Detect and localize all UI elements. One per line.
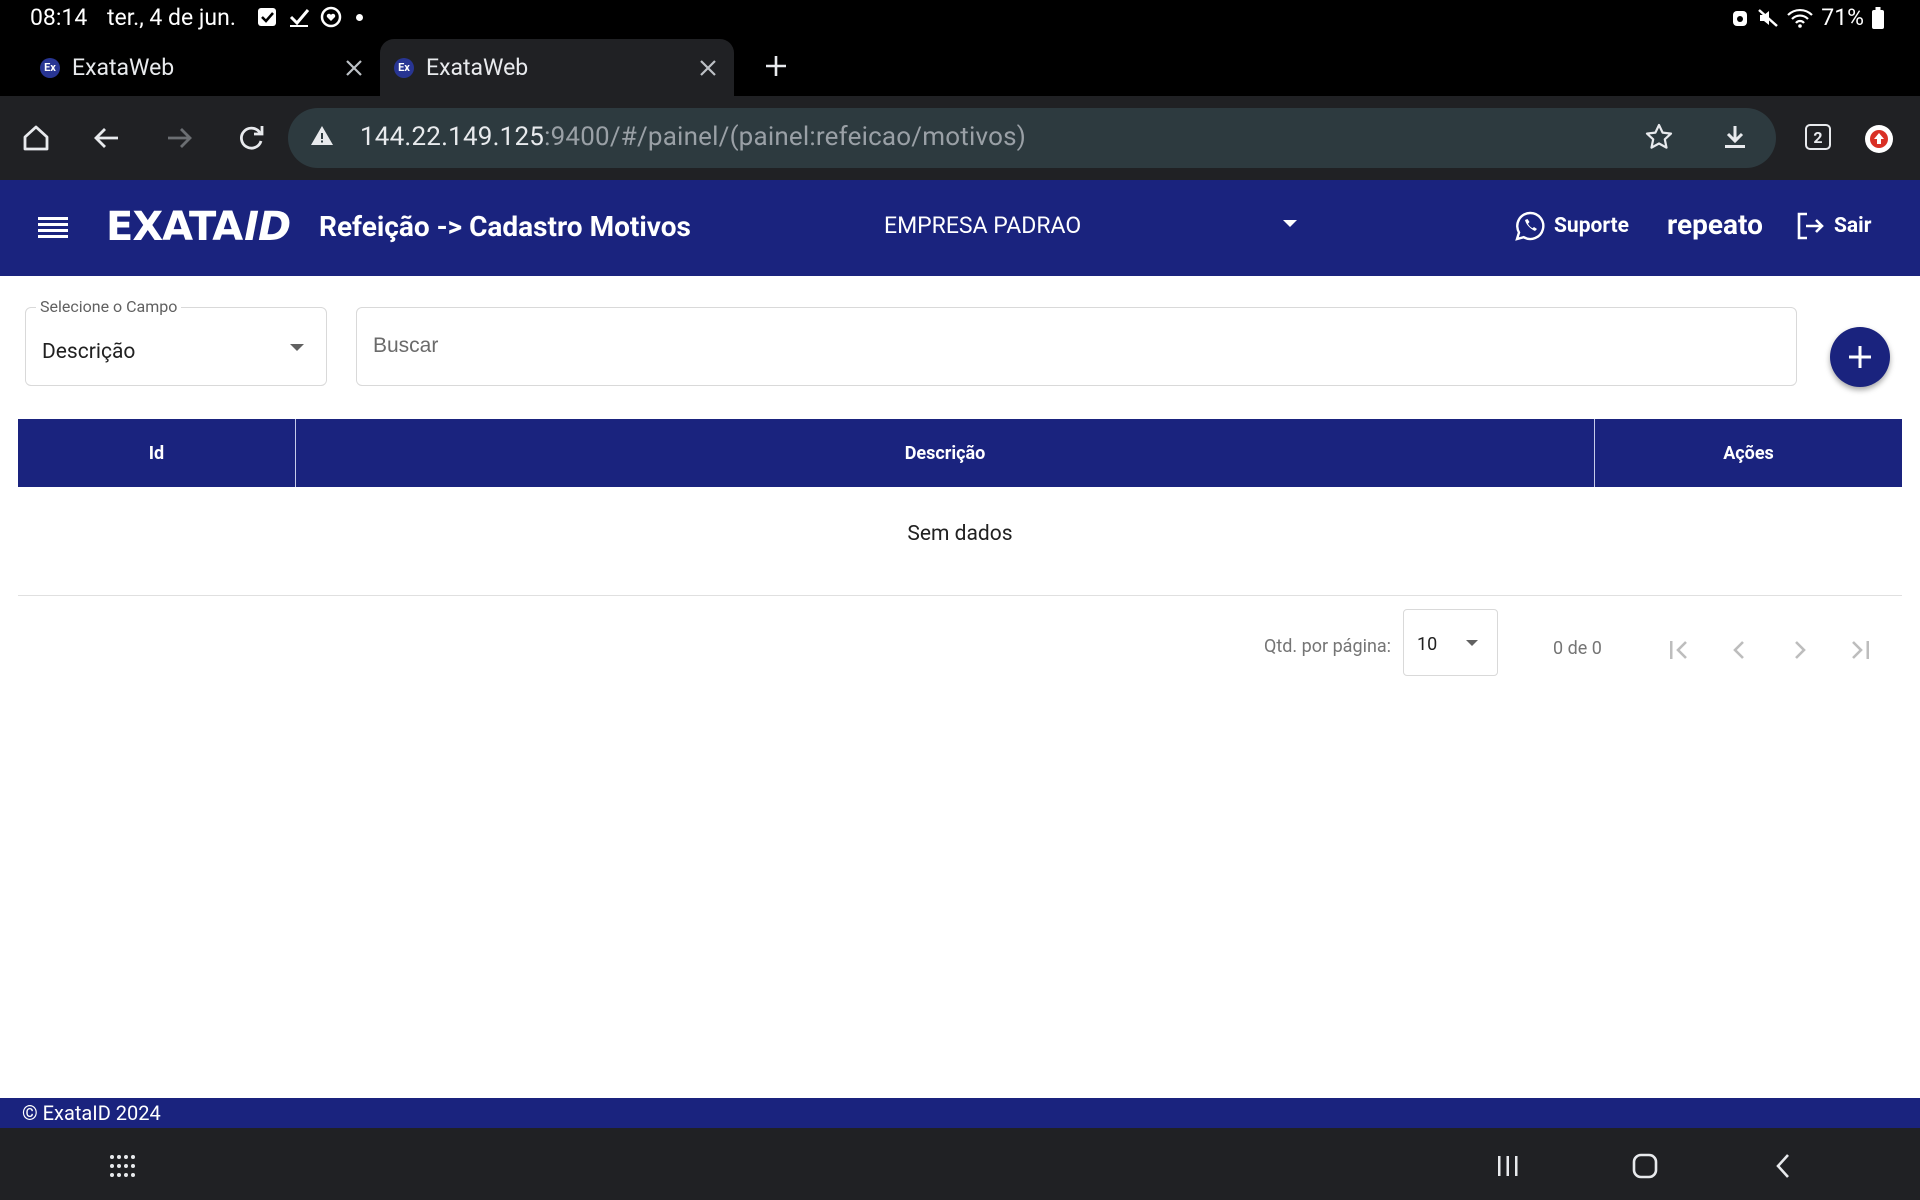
- status-time: 08:14: [30, 4, 88, 31]
- tab-title: ExataWeb: [426, 54, 529, 81]
- url-text[interactable]: 144.22.149.125:9400/#/painel/(painel:ref…: [360, 122, 1026, 152]
- browser-tab-1[interactable]: Ex ExataWeb: [26, 39, 380, 96]
- tab-switcher-button[interactable]: 2: [1805, 124, 1831, 150]
- search-field[interactable]: [356, 307, 1797, 386]
- reload-icon[interactable]: [230, 117, 272, 159]
- first-page-icon[interactable]: [1661, 632, 1697, 668]
- support-label: Suporte: [1554, 214, 1630, 238]
- new-tab-plus-icon[interactable]: [756, 46, 796, 86]
- mute-icon: [1758, 8, 1779, 27]
- download-icon[interactable]: [1720, 122, 1750, 152]
- back-arrow-icon[interactable]: [86, 117, 128, 159]
- company-dropdown-arrow-icon[interactable]: [1283, 220, 1297, 227]
- status-date: ter., 4 de jun.: [107, 4, 236, 31]
- exataid-logo: EXATA ID: [106, 202, 291, 252]
- page-size-select[interactable]: 10: [1403, 609, 1498, 676]
- heart-circle-notification-icon: [320, 6, 342, 28]
- page-size-value: 10: [1417, 634, 1438, 655]
- alarm-icon: [1733, 10, 1748, 26]
- notification-icons: [256, 6, 363, 28]
- add-button[interactable]: [1830, 327, 1890, 387]
- app-header: EXATA ID Refeição -> Cadastro Motivos EMP…: [0, 180, 1920, 276]
- app-drawer-icon[interactable]: [102, 1146, 142, 1186]
- plus-icon: [1849, 346, 1871, 368]
- company-select[interactable]: EMPRESA PADRAO: [884, 212, 1304, 239]
- footer: © ExataID 2024: [0, 1098, 1920, 1128]
- field-select-label: Selecione o Campo: [36, 297, 182, 316]
- profile-update-icon[interactable]: [1864, 124, 1894, 154]
- not-secure-warning-icon[interactable]: [310, 124, 334, 148]
- empty-table-message: Sem dados: [18, 487, 1902, 596]
- tab-favicon: Ex: [40, 57, 60, 78]
- recent-apps-icon[interactable]: [1488, 1146, 1528, 1186]
- back-nav-icon[interactable]: [1764, 1146, 1804, 1186]
- wifi-icon: [1787, 8, 1814, 28]
- logo-suffix-text: ID: [244, 204, 291, 250]
- field-select-value: Descrição: [42, 340, 136, 364]
- home-nav-icon[interactable]: [1625, 1146, 1665, 1186]
- chevron-down-icon: [290, 344, 304, 351]
- battery-icon: [1872, 6, 1884, 29]
- search-input[interactable]: [373, 328, 1773, 364]
- logo-main-text: EXATA: [106, 204, 243, 250]
- status-bar: 08:14 ter., 4 de jun. 71%: [0, 0, 1920, 36]
- more-notifications-dot-icon: [356, 13, 363, 21]
- support-button[interactable]: Suporte: [1514, 210, 1629, 242]
- page-title: Refeição -> Cadastro Motivos: [319, 210, 691, 243]
- logout-label: Sair: [1834, 214, 1872, 238]
- battery-level: 71%: [1821, 4, 1864, 31]
- next-page-icon[interactable]: [1782, 632, 1818, 668]
- browser-tab-strip: Ex ExataWeb Ex ExataWeb: [0, 36, 1920, 96]
- logout-button[interactable]: Sair: [1794, 210, 1871, 242]
- whatsapp-icon: [1515, 211, 1545, 241]
- address-bar[interactable]: 144.22.149.125:9400/#/painel/(painel:ref…: [288, 108, 1776, 168]
- browser-tab-2[interactable]: Ex ExataWeb: [380, 39, 734, 96]
- bookmark-star-icon[interactable]: [1644, 122, 1674, 152]
- browser-toolbar: 144.22.149.125:9400/#/painel/(painel:ref…: [0, 96, 1920, 180]
- page-size-label: Qtd. por página:: [1264, 636, 1392, 657]
- column-header-acoes: Ações: [1723, 442, 1774, 464]
- field-select[interactable]: Selecione o Campo Descrição: [25, 297, 327, 386]
- tab-title: ExataWeb: [72, 54, 175, 81]
- column-header-descricao[interactable]: Descrição: [296, 419, 1595, 487]
- checkbox-notification-icon: [258, 8, 276, 26]
- table-header: Id Descrição Ações: [18, 419, 1902, 487]
- logout-icon: [1797, 212, 1824, 240]
- column-header-id[interactable]: Id: [18, 419, 296, 487]
- hamburger-menu-icon[interactable]: [38, 214, 68, 240]
- user-name: repeato: [1667, 208, 1763, 241]
- last-page-icon[interactable]: [1842, 632, 1878, 668]
- close-tab-icon[interactable]: [334, 48, 374, 88]
- page-range-label: 0 de 0: [1553, 638, 1602, 659]
- check-notification-icon: [289, 9, 310, 27]
- android-nav-bar: [0, 1128, 1920, 1200]
- close-tab-icon[interactable]: [688, 48, 728, 88]
- forward-arrow-icon[interactable]: [158, 117, 200, 159]
- home-icon[interactable]: [15, 117, 57, 159]
- chevron-down-icon: [1466, 640, 1478, 646]
- system-icons: 71%: [1731, 4, 1884, 31]
- tab-favicon: Ex: [394, 57, 414, 78]
- previous-page-icon[interactable]: [1721, 632, 1757, 668]
